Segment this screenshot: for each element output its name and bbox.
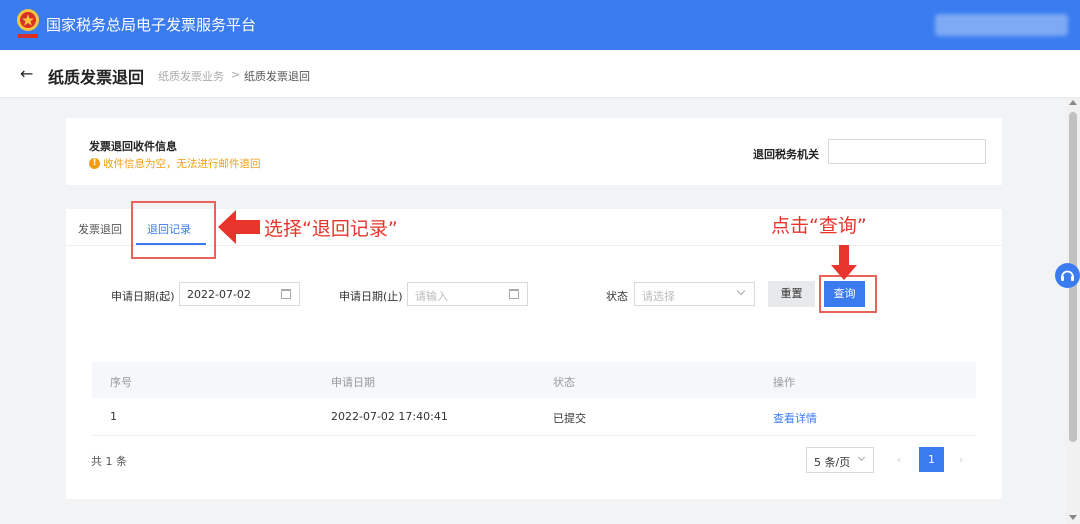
page-size-select[interactable]: 5 条/页 [806,447,874,473]
breadcrumb-item[interactable]: 纸质发票业务 [158,68,224,84]
status-placeholder: 请选择 [642,290,675,303]
column-header: 操作 [773,376,795,389]
total-count: 共 1 条 [91,455,127,468]
query-highlight-box [819,275,877,313]
receipt-info-card: 发票退回收件信息 ! 收件信息为空，无法进行邮件退回 退回税务机关 [66,118,1002,185]
down-arrow-annotation-icon [831,245,857,280]
scrollbar[interactable] [1066,98,1080,524]
page-size-value: 5 条/页 [814,456,851,469]
prev-page-button[interactable]: ‹ [897,453,901,466]
warning-icon: ! [89,158,100,169]
headset-icon [1061,270,1074,281]
tab-invoice-return[interactable]: 发票退回 [78,221,122,237]
left-arrow-annotation-icon [218,210,260,244]
status-label: 状态 [606,290,628,303]
view-details-link[interactable]: 查看详情 [773,410,817,426]
start-date-input[interactable]: 2022-07-02 [179,282,300,306]
query-hint-annotation: 点击“查询” [771,215,867,237]
end-date-label: 申请日期(止) [339,290,403,303]
scroll-up-icon[interactable] [1069,100,1077,105]
chevron-down-icon [736,286,746,296]
back-arrow-icon[interactable]: ← [20,64,33,83]
breadcrumb-separator: > [231,68,241,81]
tab-highlight-box [131,201,216,259]
table-header: 序号 申请日期 状态 操作 [92,362,976,398]
next-page-button[interactable]: › [959,453,963,466]
record-card: 发票退回 退回记录 申请日期(起) 2022-07-02 申请日期(止) 请输入… [66,201,1002,499]
status-select[interactable]: 请选择 [634,282,755,306]
reset-button[interactable]: 重置 [768,281,815,307]
calendar-icon [281,289,291,299]
calendar-icon [509,289,519,299]
current-page-button[interactable]: 1 [919,447,944,472]
row-status: 已提交 [553,412,586,425]
column-header: 序号 [110,376,132,389]
receipt-warning-text: 收件信息为空，无法进行邮件退回 [103,158,261,170]
start-date-label: 申请日期(起) [111,290,175,303]
user-info[interactable] [935,14,1068,36]
tax-emblem-icon [17,9,39,38]
receipt-info-title: 发票退回收件信息 [89,140,177,153]
app-title: 国家税务总局电子发票服务平台 [46,16,257,34]
receipt-warning: ! 收件信息为空，无法进行邮件退回 [89,156,261,171]
chevron-down-icon [857,453,866,462]
start-date-value: 2022-07-02 [187,288,251,301]
help-headset-button[interactable] [1055,263,1080,288]
row-number: 1 [110,410,117,423]
breadcrumb-item: 纸质发票退回 [244,70,310,83]
tax-office-label: 退回税务机关 [753,148,819,161]
page-header: ← 纸质发票退回 纸质发票业务 > 纸质发票退回 [0,50,1080,98]
end-date-placeholder: 请输入 [415,290,448,303]
column-header: 状态 [553,376,575,389]
row-date: 2022-07-02 17:40:41 [331,410,448,423]
tab-hint-annotation: 选择“退回记录” [264,218,398,240]
tax-office-input[interactable] [828,139,986,164]
page-title: 纸质发票退回 [48,68,145,87]
column-header: 申请日期 [331,376,375,389]
end-date-input[interactable]: 请输入 [407,282,528,306]
scroll-down-icon[interactable] [1069,515,1077,520]
table-row: 1 2022-07-02 17:40:41 已提交 查看详情 [92,398,976,436]
top-bar: 国家税务总局电子发票服务平台 [0,0,1080,50]
